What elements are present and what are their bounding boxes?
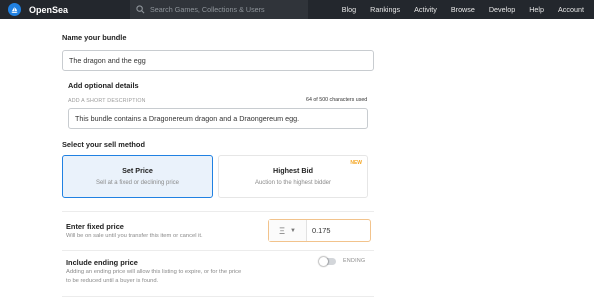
brand[interactable]: OpenSea (8, 3, 128, 16)
nav-browse[interactable]: Browse (451, 5, 475, 14)
set-price-subtitle: Sell at a fixed or declining price (95, 180, 180, 186)
nav-account[interactable]: Account (558, 5, 584, 14)
set-price-title: Set Price (122, 166, 153, 175)
toggle-knob (319, 257, 328, 266)
main-nav: Blog Rankings Activity Browse Develop He… (328, 0, 584, 19)
top-navbar: OpenSea Blog Rankings Activity Browse De… (0, 0, 594, 19)
nav-activity[interactable]: Activity (414, 5, 437, 14)
highest-bid-subtitle: Auction to the highest bidder (254, 180, 332, 186)
bundle-name-input[interactable]: The dragon and the egg (62, 50, 374, 71)
opensea-logo-icon (8, 3, 21, 16)
search-bar[interactable] (130, 0, 308, 19)
nav-rankings[interactable]: Rankings (370, 5, 400, 14)
price-input[interactable]: 0.175 (312, 226, 331, 235)
eth-icon: Ξ (279, 225, 285, 236)
chevron-down-icon: ▼ (289, 227, 296, 234)
nav-develop[interactable]: Develop (489, 5, 515, 14)
description-char-count: 64 of 500 characters used (306, 97, 368, 103)
divider (62, 250, 374, 251)
description-caption: ADD A SHORT DESCRIPTION (68, 98, 146, 104)
search-input[interactable] (150, 5, 300, 14)
currency-select[interactable]: Ξ ▼ (269, 220, 307, 241)
fixed-price-label: Enter fixed price (66, 222, 124, 231)
nav-blog[interactable]: Blog (342, 5, 356, 14)
nav-help[interactable]: Help (529, 5, 544, 14)
fixed-price-description: Will be on sale until you transfer this … (66, 233, 203, 239)
divider (62, 296, 374, 297)
divider (62, 211, 374, 212)
bundle-name-label: Name your bundle (62, 33, 127, 42)
highest-bid-option[interactable]: NEW Highest Bid Auction to the highest b… (218, 155, 368, 198)
new-badge: NEW (350, 160, 362, 166)
ending-price-description-2: to be reduced until a buyer is found. (66, 278, 159, 284)
ending-toggle-label: ENDING (343, 258, 366, 264)
description-input[interactable]: This bundle contains a Dragonereum drago… (68, 108, 368, 129)
optional-details-label: Add optional details (68, 81, 139, 90)
price-input-group: Ξ ▼ 0.175 (268, 219, 371, 242)
ending-price-label: Include ending price (66, 258, 138, 267)
ending-price-toggle[interactable] (319, 257, 336, 266)
ending-price-description: Adding an ending price will allow this l… (66, 269, 242, 275)
search-icon (136, 5, 145, 14)
highest-bid-title: Highest Bid (273, 166, 313, 175)
sell-method-label: Select your sell method (62, 140, 145, 149)
brand-name: OpenSea (29, 4, 69, 15)
set-price-option[interactable]: Set Price Sell at a fixed or declining p… (62, 155, 213, 198)
